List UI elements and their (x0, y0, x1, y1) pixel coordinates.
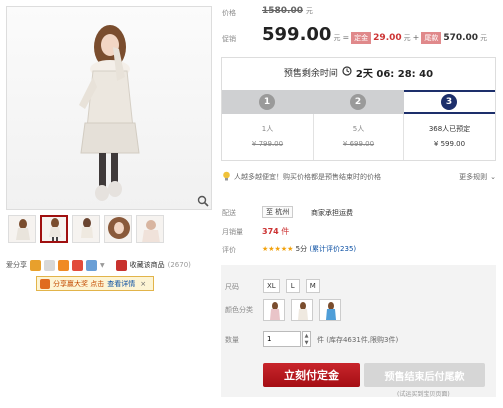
sales-label: 月销量 (222, 228, 243, 236)
quantity-input[interactable] (263, 331, 301, 347)
size-option-xl[interactable]: XL (263, 279, 280, 293)
thumbnail-5[interactable] (136, 215, 164, 243)
balance-value: 570.00 (443, 33, 479, 43)
step-3-people: 368人已预定 (428, 125, 471, 133)
balance-unit: 元 (480, 34, 488, 42)
share-more-icon[interactable]: ▼ (100, 262, 105, 269)
thumbnail-1[interactable] (8, 215, 36, 243)
promo-price-row: 599.00 元 = 定金 29.00 元 + 尾款 570.00 元 (262, 24, 487, 46)
buttons-footnote: (试运买到宝贝页面) (397, 391, 450, 398)
rating-row: ★★★★★ 5分 (累计评价235) (262, 244, 356, 254)
balance-tag: 尾款 (421, 32, 442, 44)
step-2-people: 5人 (352, 125, 365, 133)
qty-unit: 件 (317, 336, 324, 344)
delivery-label: 配送 (222, 209, 236, 217)
color-option-pink[interactable] (263, 299, 285, 321)
promo-label: 促销 (222, 35, 236, 43)
share-renren-icon[interactable] (44, 259, 55, 271)
main-product-image[interactable] (6, 6, 212, 210)
step-1-marker: 1 (259, 94, 275, 110)
deposit-value: 29.00 (373, 33, 402, 43)
qty-label: 数量 (225, 336, 239, 344)
deposit-tag: 定金 (351, 32, 372, 44)
step-1-price: ¥ 799.00 (251, 140, 284, 148)
quantity-stepper[interactable]: ▲ ▼ (302, 331, 311, 347)
favorite-count: (2670) (167, 261, 191, 269)
original-price: 1580.00 (262, 6, 303, 16)
share-qzone-icon[interactable] (30, 259, 41, 271)
step-2-price: ¥ 699.00 (342, 140, 375, 148)
price-label: 价格 (222, 9, 236, 17)
plus-sign: + (412, 33, 420, 42)
promo-price: 599.00 (262, 24, 332, 45)
deposit-unit: 元 (403, 34, 411, 42)
more-rules-link[interactable]: 更多规则 (459, 172, 487, 182)
zoom-icon[interactable] (197, 195, 209, 207)
step-1-people: 1人 (261, 125, 274, 133)
buy-box: 尺码 XL L M 颜色分类 数量 ▲ ▼ 件 (库存4631件,限购3件) 立… (221, 265, 496, 398)
qty-stock-row: 件 (库存4631件,限购3件) (317, 335, 398, 345)
step-2-marker: 2 (350, 94, 366, 110)
equals-sign: = (342, 33, 350, 42)
original-price-unit: 元 (305, 7, 313, 15)
color-label: 颜色分类 (225, 306, 253, 314)
thumbnail-4[interactable] (104, 215, 132, 243)
delivery-fee: 商家承担运费 (311, 209, 353, 217)
favorite-link[interactable]: 收藏该商品 (130, 260, 165, 270)
notice-row: 人越多越便宜！购买价格都是预售结束时的价格 更多规则 ⌄ (222, 169, 496, 185)
promo-unit: 元 (333, 34, 341, 42)
size-label: 尺码 (225, 283, 239, 291)
qty-down-icon[interactable]: ▼ (305, 340, 309, 346)
favorite-icon[interactable] (115, 259, 127, 271)
color-option-blue[interactable] (319, 299, 341, 321)
share-kaixin-icon[interactable] (86, 259, 97, 271)
countdown-value: 2天 06: 28: 40 (355, 68, 434, 80)
original-price-row: 1580.00 元 (262, 6, 313, 16)
share-label: 爱分享 (6, 261, 27, 269)
color-option-white[interactable] (291, 299, 313, 321)
model-photo (79, 25, 140, 201)
countdown-row: 预售剩余时间 2天 06: 28: 40 (222, 58, 495, 86)
tip-details-link[interactable]: 查看详情 (107, 279, 135, 289)
share-prize-tip: 分享赢大奖 点击 查看详情 × (36, 276, 154, 291)
countdown-label: 预售剩余时间 (283, 68, 338, 79)
thumbnail-3[interactable] (72, 215, 100, 243)
presale-steps-panel: 预售剩余时间 2天 06: 28: 40 1 2 3 1人 ¥ 799.00 5… (221, 57, 496, 161)
rating-stars: ★★★★★ (262, 245, 294, 253)
size-option-m[interactable]: M (305, 279, 320, 293)
qty-stock: (库存4631件,限购3件) (326, 336, 399, 344)
rating-count-link[interactable]: (累计评价235) (309, 245, 356, 253)
step-2-info: 5人 ¥ 699.00 (313, 114, 404, 160)
sales-row: 374 件 (262, 226, 289, 237)
pay-deposit-button[interactable]: 立刻付定金 (263, 363, 360, 387)
tip-close-icon[interactable]: × (140, 280, 146, 288)
share-rss-icon[interactable] (58, 259, 69, 271)
step-3-price: ¥ 599.00 (433, 140, 466, 148)
clock-icon (342, 65, 352, 79)
sales-value: 374 (262, 227, 279, 236)
share-row: 爱分享 ▼ 收藏该商品 (2670) (6, 258, 191, 272)
chevron-down-icon[interactable]: ⌄ (490, 173, 496, 181)
step-1-info: 1人 ¥ 799.00 (222, 114, 313, 160)
thumbnail-2-selected[interactable] (40, 215, 68, 243)
notice-text: 人越多越便宜！购买价格都是预售结束时的价格 (234, 173, 381, 181)
size-option-l[interactable]: L (285, 279, 300, 293)
bulb-icon (222, 171, 231, 183)
rating-label: 评价 (222, 246, 236, 254)
delivery-location-select[interactable]: 至 杭州 (262, 206, 294, 218)
size-options: XL L M (263, 279, 320, 293)
step-3-marker: 3 (441, 94, 457, 110)
share-weibo-icon[interactable] (72, 259, 83, 271)
tip-text: 分享赢大奖 点击 (53, 279, 105, 288)
qty-up-icon[interactable]: ▲ (305, 333, 309, 339)
gift-icon (40, 278, 50, 289)
color-options (263, 299, 341, 321)
step-3-info: 368人已预定 ¥ 599.00 (404, 114, 495, 160)
rating-score: 5分 (295, 245, 308, 253)
pay-balance-button: 预售结束后付尾款 (364, 363, 485, 387)
sales-unit: 件 (281, 227, 290, 236)
